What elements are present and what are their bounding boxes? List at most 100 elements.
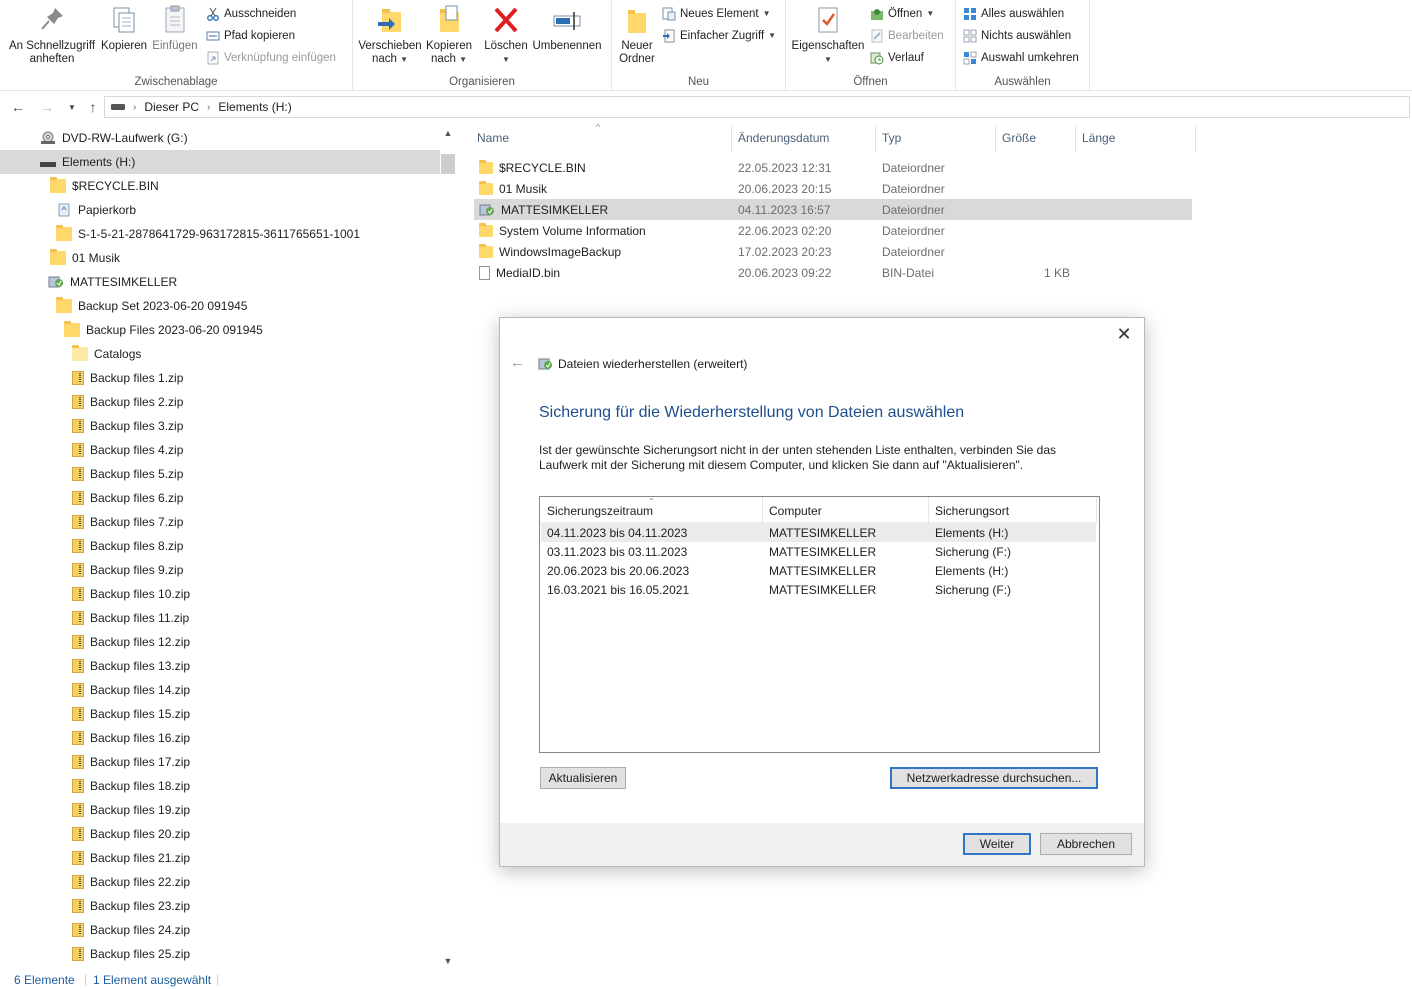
paste-button[interactable]: Einfügen — [150, 4, 200, 53]
tree-item[interactable]: Backup files 5.zip — [0, 462, 440, 486]
tree-item[interactable]: MATTESIMKELLER — [0, 270, 440, 294]
column-divider[interactable] — [1195, 126, 1196, 152]
tree-item[interactable]: 01 Musik — [0, 246, 440, 270]
file-row[interactable]: $RECYCLE.BIN 22.05.2023 12:31 Dateiordner — [474, 157, 1192, 178]
file-row[interactable]: MediaID.bin 20.06.2023 09:22 BIN-Datei 1 KB — [474, 262, 1192, 283]
column-divider[interactable] — [995, 126, 996, 152]
tree-item[interactable]: Catalogs — [0, 342, 440, 366]
open-button[interactable]: Öffnen ▼ — [870, 5, 934, 23]
backup-row[interactable]: 20.06.2023 bis 20.06.2023 MATTESIMKELLER E… — [541, 561, 1096, 580]
column-divider[interactable] — [1075, 126, 1076, 152]
properties-button[interactable]: Eigenschaften ▼ — [790, 4, 866, 66]
edit-button[interactable]: Bearbeiten — [870, 27, 944, 45]
breadcrumb-this-pc[interactable]: Dieser PC — [144, 100, 199, 114]
file-row[interactable]: 01 Musik 20.06.2023 20:15 Dateiordner — [474, 178, 1192, 199]
tree-item[interactable]: Backup files 3.zip — [0, 414, 440, 438]
tree-item[interactable]: Backup files 8.zip — [0, 534, 440, 558]
tree-item[interactable]: Backup files 13.zip — [0, 654, 440, 678]
new-item-button[interactable]: Neues Element ▼ — [662, 5, 771, 23]
cut-button[interactable]: Ausschneiden — [206, 5, 296, 23]
tree-item[interactable]: DVD-RW-Laufwerk (G:) — [0, 126, 440, 150]
tree-item[interactable]: Backup files 1.zip — [0, 366, 440, 390]
tree-item[interactable]: Backup files 10.zip — [0, 582, 440, 606]
column-divider[interactable] — [875, 126, 876, 152]
scroll-down-icon[interactable]: ▼ — [440, 956, 456, 966]
tree-item[interactable]: Backup files 15.zip — [0, 702, 440, 726]
tree-item[interactable]: S-1-5-21-2878641729-963172815-3611765651… — [0, 222, 440, 246]
breadcrumb-elements-drive[interactable]: Elements (H:) — [218, 100, 291, 114]
tree-item[interactable]: Elements (H:) — [0, 150, 440, 174]
file-date: 17.02.2023 20:23 — [738, 244, 832, 259]
back-arrow-icon[interactable]: ← — [510, 354, 525, 371]
tree-item[interactable]: Backup files 6.zip — [0, 486, 440, 510]
tree-item[interactable]: Backup files 18.zip — [0, 774, 440, 798]
tree-item[interactable]: Backup files 21.zip — [0, 846, 440, 870]
select-all-button[interactable]: Alles auswählen — [963, 5, 1064, 23]
tree-item[interactable]: Backup files 2.zip — [0, 390, 440, 414]
column-size[interactable]: Größe — [1002, 131, 1036, 145]
refresh-button[interactable]: Aktualisieren — [540, 767, 626, 789]
next-button[interactable]: Weiter — [963, 833, 1031, 855]
tree-item[interactable]: $RECYCLE.BIN — [0, 174, 440, 198]
column-length[interactable]: Länge — [1082, 131, 1115, 145]
tree-item[interactable]: Backup files 4.zip — [0, 438, 440, 462]
easy-access-button[interactable]: Einfacher Zugriff ▼ — [662, 27, 776, 45]
tree-item[interactable]: Backup files 16.zip — [0, 726, 440, 750]
column-divider[interactable] — [731, 126, 732, 152]
close-icon[interactable]: ✕ — [1114, 324, 1134, 345]
column-type[interactable]: Typ — [882, 131, 901, 145]
tree-item[interactable]: Backup files 9.zip — [0, 558, 440, 582]
copy-button[interactable]: Kopieren — [100, 4, 148, 53]
move-to-button[interactable]: Verschieben nach ▼ — [357, 4, 423, 66]
tree-item[interactable]: Backup files 11.zip — [0, 606, 440, 630]
tree-item[interactable]: Backup Set 2023-06-20 091945 — [0, 294, 440, 318]
tree-item[interactable]: Backup files 22.zip — [0, 870, 440, 894]
scrollbar-thumb[interactable] — [441, 154, 455, 174]
column-computer[interactable]: Computer — [769, 504, 822, 518]
tree-item[interactable]: Backup files 25.zip — [0, 942, 440, 966]
file-row[interactable]: WindowsImageBackup 17.02.2023 20:23 Dateio… — [474, 241, 1192, 262]
column-divider[interactable] — [928, 497, 929, 523]
up-arrow-icon[interactable]: ↑ — [83, 97, 103, 117]
pin-quick-access-button[interactable]: An Schnellzugriff anheften — [4, 4, 100, 66]
back-arrow-icon[interactable]: ← — [8, 97, 28, 117]
column-backup-period[interactable]: Sicherungszeitraum — [547, 504, 653, 518]
column-date[interactable]: Änderungsdatum — [738, 131, 829, 145]
backup-list[interactable]: Sicherungszeitraum ⌄ Computer Sicherungs… — [539, 493, 1100, 753]
tree-item[interactable]: Backup files 7.zip — [0, 510, 440, 534]
browse-network-button[interactable]: Netzwerkadresse durchsuchen... — [890, 767, 1098, 789]
address-bar[interactable]: › Dieser PC › Elements (H:) — [104, 96, 1410, 118]
tree-item[interactable]: Backup files 12.zip — [0, 630, 440, 654]
copy-path-button[interactable]: Pfad kopieren — [206, 27, 295, 45]
tree-item[interactable]: Papierkorb — [0, 198, 440, 222]
tree-item[interactable]: Backup files 23.zip — [0, 894, 440, 918]
backup-row[interactable]: 16.03.2021 bis 16.05.2021 MATTESIMKELLER S… — [541, 580, 1096, 599]
invert-selection-button[interactable]: Auswahl umkehren — [963, 49, 1079, 67]
cancel-button[interactable]: Abbrechen — [1040, 833, 1132, 855]
select-none-button[interactable]: Nichts auswählen — [963, 27, 1071, 45]
rename-button[interactable]: Umbenennen — [531, 4, 603, 53]
tree-item[interactable]: Backup Files 2023-06-20 091945 — [0, 318, 440, 342]
paste-shortcut-button[interactable]: Verknüpfung einfügen — [206, 49, 336, 67]
new-folder-button[interactable]: Neuer Ordner — [616, 4, 658, 66]
column-divider[interactable] — [1096, 497, 1097, 523]
backup-row[interactable]: 04.11.2023 bis 04.11.2023 MATTESIMKELLER E… — [541, 523, 1096, 542]
recent-locations-chevron-icon[interactable]: ▼ — [62, 97, 82, 117]
tree-item[interactable]: Backup files 19.zip — [0, 798, 440, 822]
delete-button[interactable]: Löschen ▼ — [481, 4, 531, 66]
file-row[interactable]: MATTESIMKELLER 04.11.2023 16:57 Dateiordne… — [474, 199, 1192, 220]
tree-item[interactable]: Backup files 17.zip — [0, 750, 440, 774]
tree-scrollbar[interactable]: ▲ ▼ — [440, 124, 456, 969]
scroll-up-icon[interactable]: ▲ — [440, 128, 456, 138]
tree-item[interactable]: Backup files 14.zip — [0, 678, 440, 702]
forward-arrow-icon[interactable]: → — [37, 97, 57, 117]
tree-item[interactable]: Backup files 24.zip — [0, 918, 440, 942]
column-divider[interactable] — [762, 497, 763, 523]
copy-to-button[interactable]: Kopieren nach ▼ — [423, 4, 475, 66]
tree-item[interactable]: Backup files 20.zip — [0, 822, 440, 846]
history-button[interactable]: Verlauf — [870, 49, 924, 67]
backup-row[interactable]: 03.11.2023 bis 03.11.2023 MATTESIMKELLER S… — [541, 542, 1096, 561]
column-backup-location[interactable]: Sicherungsort — [935, 504, 1009, 518]
column-name[interactable]: Name — [477, 131, 509, 145]
file-row[interactable]: System Volume Information 22.06.2023 02:2… — [474, 220, 1192, 241]
